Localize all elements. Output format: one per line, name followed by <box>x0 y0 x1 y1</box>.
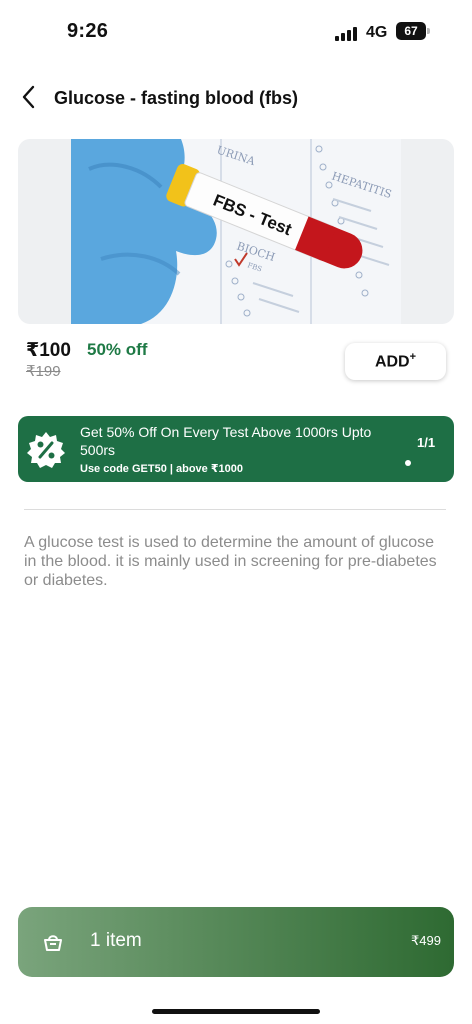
cart-bar[interactable]: 1 item ₹499 <box>18 907 454 977</box>
page-title: Glucose - fasting blood (fbs) <box>54 88 298 108</box>
signal-icon <box>335 27 357 41</box>
network-label: 4G <box>366 24 388 41</box>
header: Glucose - fasting blood (fbs) <box>0 78 472 118</box>
status-bar: 9:26 4G 67 <box>0 0 472 64</box>
test-description: A glucose test is used to determine the … <box>24 534 437 589</box>
cart-item-count: 1 item <box>90 930 142 951</box>
chevron-left-icon <box>22 85 35 109</box>
status-time: 9:26 <box>67 20 109 42</box>
pager-dot <box>405 460 411 466</box>
back-button[interactable] <box>14 82 42 112</box>
cart-total: ₹499 <box>411 933 441 948</box>
test-image: URINA HEPATITIS BIOCH FBS FBS - Test <box>18 139 454 324</box>
basket-icon <box>44 935 62 951</box>
battery-icon: 67 <box>396 22 430 40</box>
test-photo: URINA HEPATITIS BIOCH FBS FBS - Test <box>71 139 401 324</box>
add-button[interactable]: ADD+ <box>345 343 446 380</box>
battery-level: 67 <box>404 24 418 38</box>
discount-label: 50% off <box>87 340 148 359</box>
offer-banner[interactable]: Get 50% Off On Every Test Above 1000rs U… <box>18 416 454 482</box>
add-button-label: ADD <box>374 353 410 371</box>
divider <box>24 509 446 510</box>
home-indicator <box>152 1009 320 1014</box>
offer-code: Use code GET50 | above ₹1000 <box>80 463 243 475</box>
add-plus-sign: + <box>409 351 417 364</box>
offer-title: Get 50% Off On Every Test Above 1000rs U… <box>80 424 372 458</box>
offer-pager: 1/1 <box>417 435 436 450</box>
price: ₹100 <box>26 340 71 361</box>
percent-badge-icon <box>27 432 65 468</box>
original-price: ₹199 <box>26 363 61 380</box>
